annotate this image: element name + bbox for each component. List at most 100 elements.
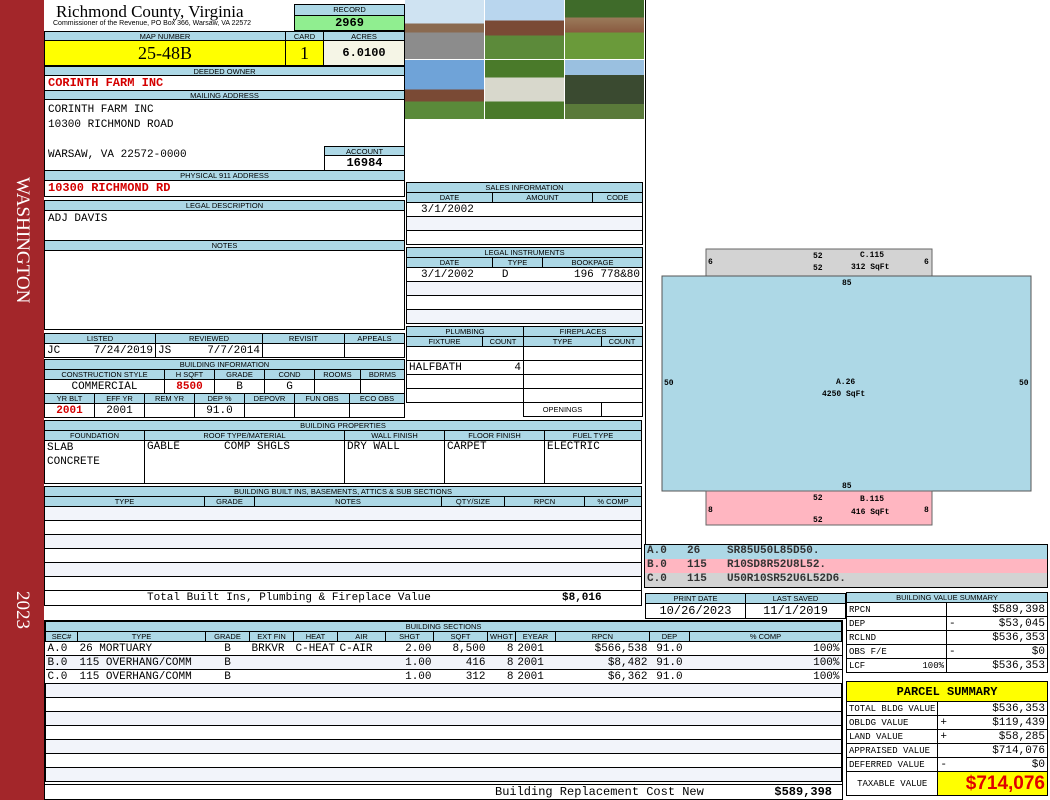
property-photo[interactable] — [565, 60, 644, 119]
sales-title: SALES INFORMATION — [406, 182, 643, 193]
col-header: FLOOR FINISH — [444, 430, 545, 441]
table-row — [45, 683, 842, 698]
taxable-value: $714,076 — [937, 771, 1048, 796]
value-summary-title: BUILDING VALUE SUMMARY — [846, 592, 1048, 603]
table-row — [45, 697, 842, 712]
table-row: B.0 115 OVERHANG/COMM B 1.00 416 8 2001 $8,482 9… — [45, 655, 842, 670]
property-photo[interactable] — [565, 0, 644, 59]
col-header: GRADE — [205, 631, 250, 642]
mailing-line: WARSAW, VA 22572-0000 — [48, 149, 187, 161]
col-header: FOUNDATION — [44, 430, 145, 441]
section-cell-whgt: 8 — [487, 669, 516, 684]
reviewed-cell: JS 7/7/2014 — [155, 343, 263, 358]
year-label: 2023 — [12, 591, 33, 629]
col-header: HEAT — [293, 631, 338, 642]
section-cell-shgt: 1.00 — [385, 655, 434, 670]
summary-label: OBS F/E — [849, 646, 887, 657]
sketch-section-b[interactable]: 52 52 8 8 B.115 416 SqFt — [705, 490, 933, 526]
col-header: SHGT — [385, 631, 434, 642]
vector-row: C.0 115 U50R10SR52U6L52D6. — [645, 573, 1047, 587]
property-photo[interactable] — [405, 0, 484, 59]
col-header: DEPOVR — [244, 393, 295, 404]
section-cell-sqft: 8,500 — [433, 641, 488, 656]
parcel-summary-label: DEFERRED VALUE — [845, 757, 939, 772]
col-header: SEC# — [45, 631, 78, 642]
col-header: % COMP — [584, 496, 642, 507]
deeded-owner: CORINTH FARM INC — [44, 75, 405, 91]
dim-label: 6 — [708, 258, 713, 267]
notes-box — [44, 250, 405, 330]
section-cell-heat — [293, 669, 338, 684]
roof-type: GABLE — [147, 441, 181, 454]
col-header: WHGT — [487, 631, 516, 642]
building-value-summary: BUILDING VALUE SUMMARY RPCN $589,398 DEP - $… — [846, 592, 1048, 673]
section-cell-sec: A.0 — [45, 641, 78, 656]
building-properties: BUILDING PROPERTIES FOUNDATION ROOF TYPE/… — [44, 420, 642, 484]
page-subtitle: Commissioner of the Revenue, PO Box 366,… — [53, 20, 252, 27]
section-cell-rpcn: $6,362 — [555, 669, 650, 684]
col-header: AIR — [337, 631, 386, 642]
summary-value: $536,353 — [960, 658, 1048, 673]
building-sections: BUILDING SECTIONS SEC# TYPE GRADE EXT FIN HE… — [44, 620, 843, 800]
section-cell-extfin — [249, 669, 294, 684]
acres: 6.0100 — [323, 40, 405, 66]
card-number: 1 — [285, 40, 324, 66]
col-header: ROOMS — [314, 369, 361, 380]
summary-value: $53,045 — [960, 616, 1048, 631]
section-cell-dep: 91.0 — [649, 641, 690, 656]
section-cell-whgt: 8 — [487, 641, 516, 656]
built-ins-table: BUILDING BUILT INS, BASEMENTS, ATTICS & … — [44, 486, 642, 606]
summary-factor: 100% — [922, 660, 944, 671]
parcel-summary-label: TOTAL BLDG VALUE — [845, 701, 939, 716]
reviewed-header: REVIEWED — [155, 333, 263, 344]
building-information: BUILDING INFORMATION CONSTRUCTION STYLE H… — [44, 359, 406, 418]
last-saved-label: LAST SAVED — [745, 593, 846, 604]
section-cell-whgt: 8 — [487, 655, 516, 670]
col-header: REM YR — [144, 393, 195, 404]
dim-label: 50 — [664, 379, 674, 388]
fireplaces-table: FIREPLACES TYPE COUNT OPENINGS — [523, 326, 643, 417]
parcel-summary-row: LAND VALUE + $58,285 — [845, 729, 1048, 744]
sketch-section-a[interactable]: 85 85 50 50 A.26 4250 SqFt — [661, 275, 1032, 492]
value-summary-row: RCLND $536,353 — [846, 630, 1048, 645]
parcel-summary-title: PARCEL SUMMARY — [846, 681, 1048, 702]
summary-sign — [946, 630, 961, 645]
summary-label: DEP — [849, 618, 866, 629]
col-header: RPCN — [504, 496, 585, 507]
section-cell-sqft: 416 — [433, 655, 488, 670]
section-cell-extfin: BRKVR — [249, 641, 294, 656]
section-area: 4250 SqFt — [822, 390, 865, 399]
section-cell-type: 115 OVERHANG/COMM — [77, 655, 206, 670]
section-cell-sec: C.0 — [45, 669, 78, 684]
col-header: DEP % — [194, 393, 245, 404]
value-summary-row: RPCN $589,398 — [846, 602, 1048, 617]
section-cell-eyear: 2001 — [515, 641, 556, 656]
summary-label: RPCN — [849, 604, 871, 615]
section-cell-rpcn: $566,538 — [555, 641, 650, 656]
value-summary-row: OBS F/E - $0 — [846, 644, 1048, 659]
parcel-summary: PARCEL SUMMARY TOTAL BLDG VALUE $536,353 O… — [845, 681, 1048, 796]
property-photo[interactable] — [485, 60, 564, 119]
parcel-summary-label: LAND VALUE — [845, 729, 939, 744]
summary-value: $589,398 — [960, 602, 1048, 617]
summary-sign — [946, 602, 961, 617]
dim-label: 6 — [924, 258, 929, 267]
dim-label: 8 — [708, 506, 713, 515]
listed-header: LISTED — [44, 333, 156, 344]
section-cell-type: 115 OVERHANG/COMM — [77, 669, 206, 684]
building-info-title: BUILDING INFORMATION — [44, 359, 405, 370]
built-ins-total: $8,016 — [562, 592, 602, 604]
sketch-section-c[interactable]: 6 6 52 52 C.115 312 SqFt — [705, 248, 933, 277]
grade: B — [214, 379, 265, 394]
taxable-value-label: TAXABLE VALUE — [845, 771, 939, 796]
value-summary-row: LCF 100% $536,353 — [846, 658, 1048, 673]
building-sections-title: BUILDING SECTIONS — [45, 621, 842, 632]
parcel-summary-value: $58,285 — [951, 729, 1048, 744]
listed-date: 7/24/2019 — [93, 344, 153, 357]
property-photo[interactable] — [405, 60, 484, 119]
col-header: TYPE — [492, 257, 543, 268]
section-cell-air — [337, 669, 386, 684]
col-header: ECO OBS — [349, 393, 405, 404]
dim-label: 50 — [1019, 379, 1029, 388]
property-photo[interactable] — [485, 0, 564, 59]
